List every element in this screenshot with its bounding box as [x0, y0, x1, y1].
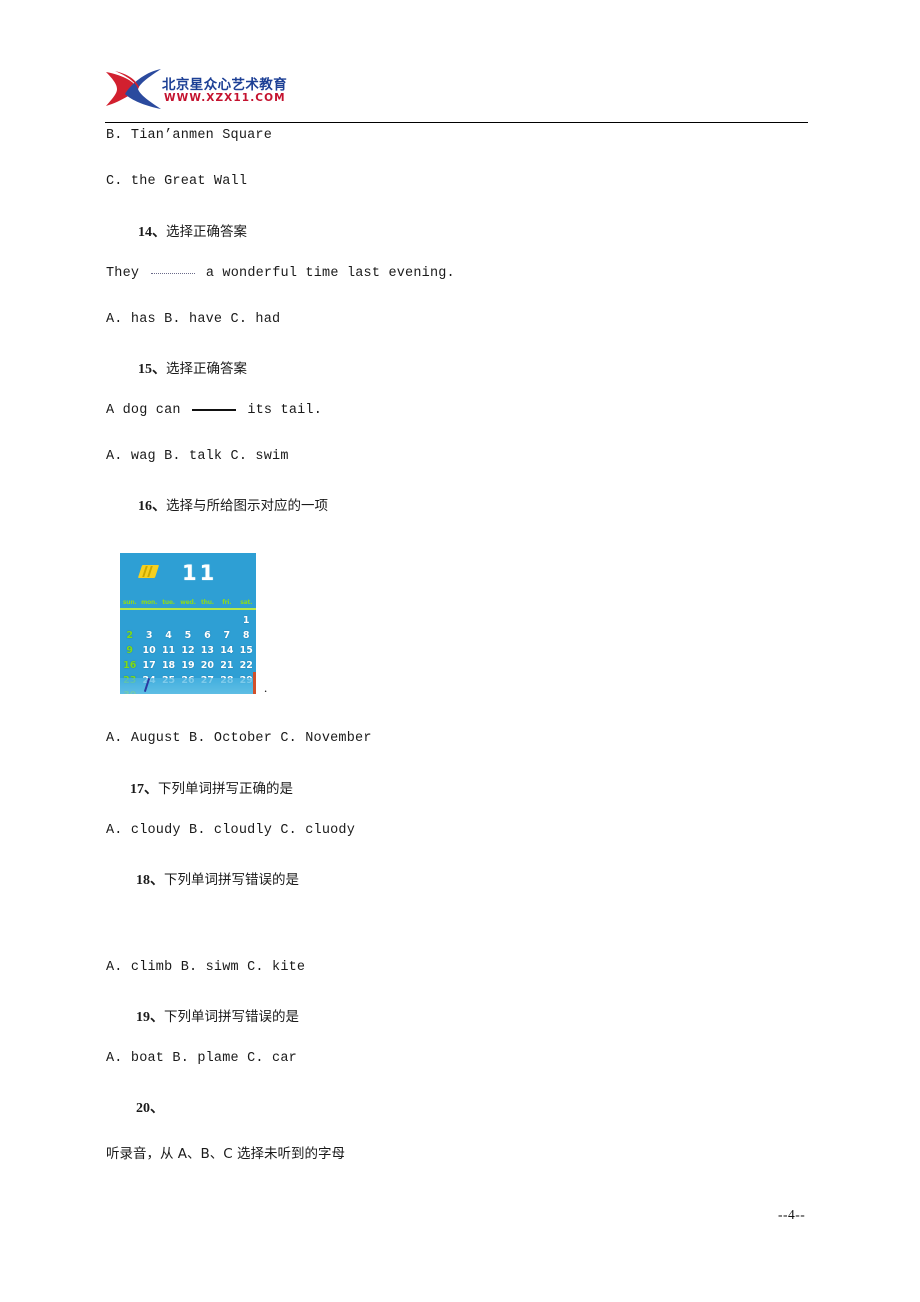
calendar-week-row: 1: [120, 613, 256, 628]
option-line-b: B. Tian’anmen Square: [106, 128, 273, 143]
calendar-day: 18: [161, 659, 176, 671]
weekday-mon: mon.: [141, 599, 158, 606]
calendar-day: [217, 613, 236, 628]
calendar-day: 13: [200, 644, 215, 656]
weekday-sat: sat.: [240, 599, 253, 606]
question-20-number: 20、: [136, 1101, 164, 1116]
calendar-header: 11: [120, 553, 256, 598]
calendar-day: 14: [220, 644, 234, 656]
yellow-leaf-icon: [137, 565, 160, 578]
calendar-day: 5: [184, 629, 192, 641]
question-14-blank[interactable]: [150, 272, 195, 274]
weekday-tue: tue.: [162, 599, 175, 606]
calendar-day: 19: [181, 659, 195, 671]
calendar-day: [159, 613, 178, 628]
page-number: --4--: [778, 1207, 806, 1222]
calendar-day: [139, 613, 158, 628]
calendar-day: 8: [242, 629, 250, 641]
calendar-day: 17: [142, 659, 156, 671]
weekday-wed: wed.: [180, 599, 196, 606]
question-14-stem-before: They: [106, 266, 148, 281]
question-15-blank[interactable]: [192, 408, 237, 411]
calendar-day: 3: [145, 629, 153, 641]
calendar-day: 12: [181, 644, 195, 656]
question-17-options: A. cloudy B. cloudly C. cluody: [106, 823, 356, 838]
calendar-weekday-row: sun. mon. tue. wed. thu. fri. sat.: [120, 598, 256, 608]
calendar-day: [178, 613, 197, 628]
calendar-day: 6: [204, 629, 211, 641]
question-14-stem-after: a wonderful time last evening.: [197, 266, 455, 281]
question-15-stem-before: A dog can: [106, 403, 190, 418]
figure-trailing-period: .: [264, 680, 268, 695]
option-line-c: C. the Great Wall: [106, 174, 248, 189]
calendar-bottom-band: [120, 678, 256, 694]
question-17-title: 下列单词拼写正确的是: [158, 781, 293, 797]
calendar-day: 11: [161, 644, 176, 656]
site-logo: 北京星众心艺术教育 WWW.XZX11.COM: [105, 64, 305, 116]
question-14-options: A. has B. have C. had: [106, 312, 281, 327]
logo-text-chinese: 北京星众心艺术教育: [162, 77, 288, 93]
logo-text-url: WWW.XZX11.COM: [164, 92, 286, 104]
question-15-title: 选择正确答案: [166, 361, 247, 377]
calendar-day: [120, 613, 139, 628]
weekday-thu: thu.: [200, 599, 214, 606]
question-14-number: 14、: [138, 225, 166, 240]
calendar-month-number: 11: [182, 561, 218, 585]
question-15-options: A. wag B. talk C. swim: [106, 449, 289, 464]
question-17-heading: 17、下列单词拼写正确的是: [130, 777, 293, 798]
question-14-stem: They a wonderful time last evening.: [106, 266, 455, 281]
calendar-day: 15: [239, 644, 253, 656]
calendar-day: 2: [126, 629, 134, 641]
question-19-number: 19、: [136, 1010, 164, 1025]
calendar-week-row: 16 17 18 19 20 21 22: [120, 658, 256, 673]
question-20-heading: 20、: [136, 1097, 164, 1117]
question-15-heading: 15、选择正确答案: [138, 357, 247, 378]
calendar-day: 22: [239, 659, 253, 671]
calendar-day: 4: [165, 629, 172, 641]
question-20-prompt: 听录音，从 A、B、C 选择未听到的字母: [106, 1146, 346, 1162]
question-18-heading: 18、下列单词拼写错误的是: [136, 868, 299, 889]
question-19-options: A. boat B. plame C. car: [106, 1051, 297, 1066]
calendar-day: 7: [223, 629, 231, 641]
calendar-day: 21: [220, 659, 234, 671]
page-header: 北京星众心艺术教育 WWW.XZX11.COM: [105, 62, 815, 124]
calendar-day: 9: [126, 644, 134, 656]
weekday-sun: sun.: [122, 599, 137, 606]
weekday-fri: fri.: [222, 599, 232, 606]
question-18-number: 18、: [136, 873, 164, 888]
question-18-options: A. climb B. siwm C. kite: [106, 960, 306, 975]
calendar-figure-image: 11 sun. mon. tue. wed. thu. fri. sat. 1 …: [120, 553, 256, 694]
calendar-day: 10: [142, 644, 156, 656]
question-16-options: A. August B. October C. November: [106, 731, 372, 746]
calendar-red-edge: [253, 672, 256, 694]
question-16-title: 选择与所给图示对应的一项: [166, 498, 328, 514]
question-16-heading: 16、选择与所给图示对应的一项: [138, 494, 328, 515]
question-17-number: 17、: [130, 782, 158, 797]
calendar-day: [198, 613, 217, 628]
calendar-day: 1: [242, 614, 250, 626]
question-14-heading: 14、选择正确答案: [138, 220, 247, 241]
calendar-day: 20: [200, 659, 215, 671]
question-15-stem-after: its tail.: [239, 403, 323, 418]
question-14-title: 选择正确答案: [166, 224, 247, 240]
calendar-day: 16: [123, 659, 137, 671]
question-19-heading: 19、下列单词拼写错误的是: [136, 1005, 299, 1026]
header-divider: [105, 122, 808, 123]
question-19-title: 下列单词拼写错误的是: [164, 1009, 299, 1025]
calendar-week-row: 2 3 4 5 6 7 8: [120, 628, 256, 643]
calendar-week-row: 9 10 11 12 13 14 15: [120, 643, 256, 658]
four-point-star-logo-icon: [106, 69, 161, 109]
question-15-stem: A dog can its tail.: [106, 403, 322, 418]
question-18-title: 下列单词拼写错误的是: [164, 872, 299, 888]
question-15-number: 15、: [138, 362, 166, 377]
question-16-number: 16、: [138, 499, 166, 514]
